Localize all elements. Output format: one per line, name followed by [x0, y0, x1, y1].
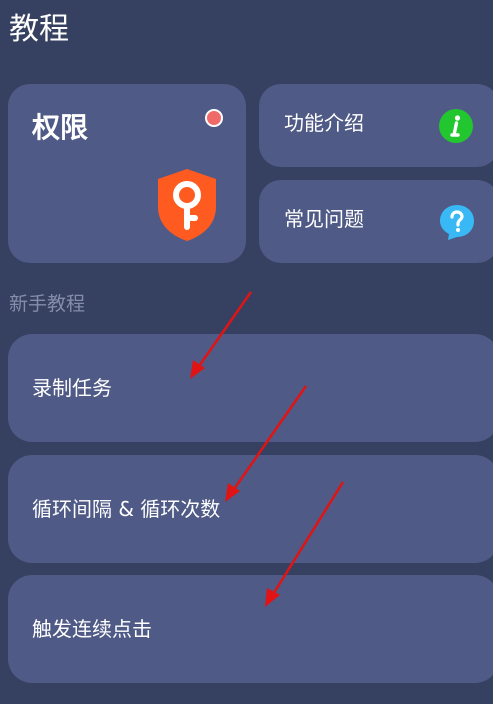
faq-label: 常见问题 — [284, 207, 364, 231]
help-bubble-icon — [440, 205, 474, 240]
faq-card[interactable]: 常见问题 — [259, 180, 493, 263]
permissions-title: 权限 — [32, 111, 89, 144]
tutorial-item-continuous-click[interactable]: 触发连续点击 — [8, 575, 493, 683]
permissions-card[interactable]: 权限 — [8, 84, 246, 263]
section-title: 新手教程 — [9, 293, 86, 315]
info-icon — [439, 109, 473, 143]
tutorial-item-label: 循环间隔 & 循环次数 — [32, 497, 221, 521]
notification-dot — [205, 109, 223, 127]
shield-key-icon — [158, 169, 216, 241]
tutorial-item-record-task[interactable]: 录制任务 — [8, 334, 493, 442]
feature-intro-card[interactable]: 功能介绍 — [259, 84, 493, 167]
tutorial-item-loop-settings[interactable]: 循环间隔 & 循环次数 — [8, 455, 493, 563]
feature-intro-label: 功能介绍 — [284, 111, 364, 135]
tutorial-item-label: 录制任务 — [32, 376, 112, 400]
tutorial-item-label: 触发连续点击 — [32, 617, 152, 641]
page-title: 教程 — [9, 12, 69, 47]
